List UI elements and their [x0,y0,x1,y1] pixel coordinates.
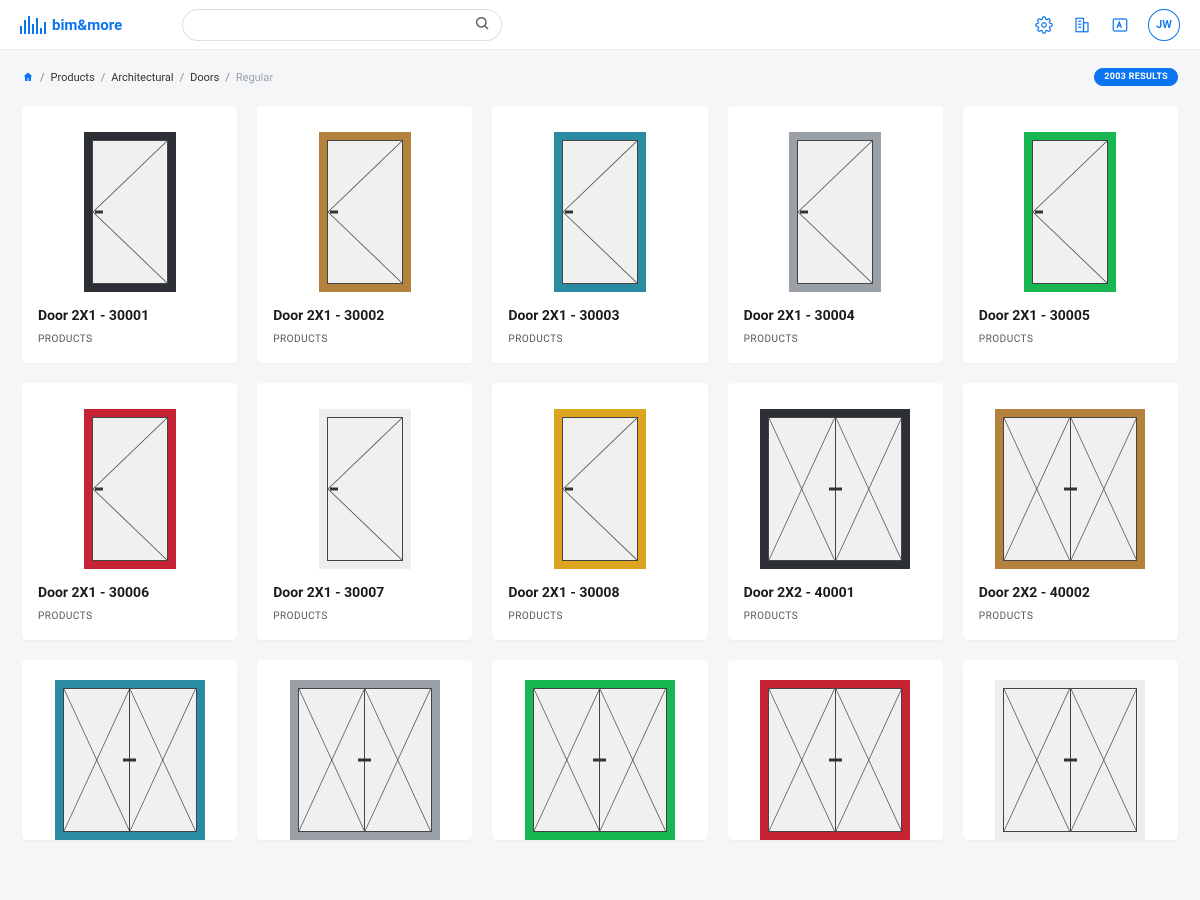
brand-logo[interactable]: bim&more [20,16,122,34]
product-category: PRODUCTS [508,611,691,622]
breadcrumb: / Products / Architectural / Doors / Reg… [22,71,273,84]
product-card[interactable]: Door 2X1 - 30008 PRODUCTS [492,383,707,640]
logo-mark-icon [20,16,46,34]
product-card[interactable]: Door 2X1 - 30007 PRODUCTS [257,383,472,640]
door-icon [760,680,910,840]
search-input[interactable] [182,9,502,41]
product-card[interactable]: Door 2X1 - 30006 PRODUCTS [22,383,237,640]
product-thumbnail [257,660,472,840]
crumb-doors[interactable]: Doors [190,71,219,84]
door-icon [84,409,176,569]
product-card[interactable]: Door 2X2 - 40001 PRODUCTS [728,383,943,640]
product-title: Door 2X1 - 30001 [38,308,221,324]
brand-name: bim&more [52,16,122,34]
door-icon [290,680,440,840]
product-card[interactable]: Door 2X2 - 40007PRODUCTS [963,660,1178,840]
door-icon [1024,132,1116,292]
door-icon [525,680,675,840]
product-category: PRODUCTS [273,611,456,622]
product-thumbnail [963,660,1178,840]
settings-icon[interactable] [1034,15,1054,35]
product-category: PRODUCTS [273,334,456,345]
product-thumbnail [492,106,707,296]
door-icon [789,132,881,292]
product-category: PRODUCTS [744,334,927,345]
product-card[interactable]: Door 2X2 - 40006PRODUCTS [728,660,943,840]
product-title: Door 2X1 - 30006 [38,585,221,601]
door-icon [319,132,411,292]
product-thumbnail [22,660,237,840]
home-icon[interactable] [22,71,34,83]
product-card[interactable]: Door 2X2 - 40003PRODUCTS [22,660,237,840]
product-card[interactable]: Door 2X2 - 40002 PRODUCTS [963,383,1178,640]
product-title: Door 2X2 - 40001 [744,585,927,601]
crumb-current: Regular [236,71,273,84]
product-thumbnail [728,106,943,296]
product-category: PRODUCTS [38,611,221,622]
product-category: PRODUCTS [979,611,1162,622]
door-icon [995,680,1145,840]
product-title: Door 2X2 - 40002 [979,585,1162,601]
product-card[interactable]: Door 2X2 - 40004PRODUCTS [257,660,472,840]
product-card[interactable]: Door 2X1 - 30001 PRODUCTS [22,106,237,363]
product-title: Door 2X1 - 30007 [273,585,456,601]
results-count-badge: 2003 RESULTS [1094,68,1178,86]
product-title: Door 2X1 - 30005 [979,308,1162,324]
search-container [182,9,502,41]
product-thumbnail [963,106,1178,296]
product-thumbnail [492,660,707,840]
product-title: Door 2X1 - 30003 [508,308,691,324]
product-card[interactable]: Door 2X1 - 30004 PRODUCTS [728,106,943,363]
product-thumbnail [257,106,472,296]
door-icon [55,680,205,840]
product-card[interactable]: Door 2X2 - 40005PRODUCTS [492,660,707,840]
product-thumbnail [963,383,1178,573]
app-header: bim&more J [0,0,1200,50]
product-title: Door 2X1 - 30004 [744,308,927,324]
product-thumbnail [728,660,943,840]
door-icon [760,409,910,569]
product-category: PRODUCTS [744,611,927,622]
product-card[interactable]: Door 2X1 - 30005 PRODUCTS [963,106,1178,363]
product-title: Door 2X1 - 30008 [508,585,691,601]
product-category: PRODUCTS [508,334,691,345]
product-card[interactable]: Door 2X1 - 30003 PRODUCTS [492,106,707,363]
product-thumbnail [22,106,237,296]
product-category: PRODUCTS [38,334,221,345]
avatar-initials: JW [1156,18,1172,31]
language-icon[interactable] [1110,15,1130,35]
search-icon[interactable] [474,15,490,35]
building-icon[interactable] [1072,15,1092,35]
door-icon [554,132,646,292]
user-avatar[interactable]: JW [1148,9,1180,41]
door-icon [995,409,1145,569]
crumb-products[interactable]: Products [51,71,95,84]
product-thumbnail [728,383,943,573]
breadcrumb-row: / Products / Architectural / Doors / Reg… [0,50,1200,100]
header-actions: JW [1034,9,1180,41]
door-icon [319,409,411,569]
product-grid: Door 2X1 - 30001 PRODUCTS Door 2X1 - 3000… [0,100,1200,862]
product-thumbnail [492,383,707,573]
door-icon [84,132,176,292]
product-category: PRODUCTS [979,334,1162,345]
product-thumbnail [257,383,472,573]
door-icon [554,409,646,569]
product-title: Door 2X1 - 30002 [273,308,456,324]
product-card[interactable]: Door 2X1 - 30002 PRODUCTS [257,106,472,363]
crumb-architectural[interactable]: Architectural [111,71,173,84]
product-thumbnail [22,383,237,573]
